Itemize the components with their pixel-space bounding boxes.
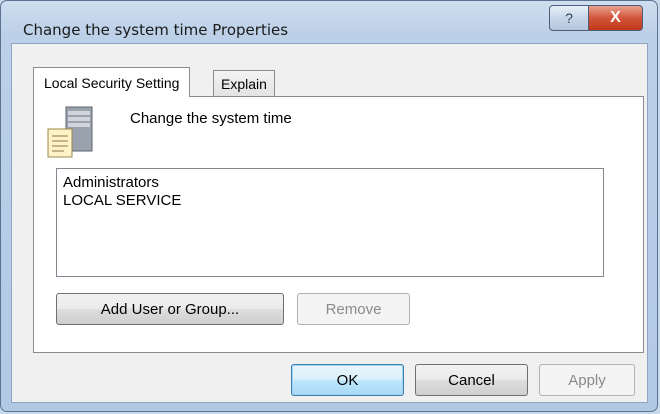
help-button[interactable]: ?	[549, 5, 589, 31]
policy-name: Change the system time	[130, 110, 292, 127]
tab-local-security-setting[interactable]: Local Security Setting	[33, 67, 191, 97]
properties-dialog: Change the system time Properties ? X Lo…	[0, 0, 658, 412]
list-item[interactable]: Administrators	[57, 174, 603, 192]
accounts-list[interactable]: Administrators LOCAL SERVICE	[56, 168, 604, 277]
server-policy-icon	[47, 106, 93, 158]
cancel-button[interactable]: Cancel	[415, 364, 528, 396]
close-icon: X	[610, 9, 621, 26]
dialog-client-area: Local Security Setting Explain Change th…	[11, 43, 648, 403]
close-button[interactable]: X	[588, 5, 643, 31]
list-item[interactable]: LOCAL SERVICE	[57, 192, 603, 210]
ok-button[interactable]: OK	[291, 364, 404, 396]
tab-panel: Change the system time Administrators LO…	[33, 96, 644, 353]
help-icon: ?	[565, 10, 573, 26]
add-user-or-group-button[interactable]: Add User or Group...	[56, 293, 284, 325]
window-title: Change the system time Properties	[23, 21, 289, 39]
apply-button[interactable]: Apply	[539, 364, 635, 396]
title-bar[interactable]: Change the system time Properties ? X	[1, 1, 657, 41]
remove-button[interactable]: Remove	[297, 293, 410, 325]
tab-explain[interactable]: Explain	[213, 70, 275, 97]
